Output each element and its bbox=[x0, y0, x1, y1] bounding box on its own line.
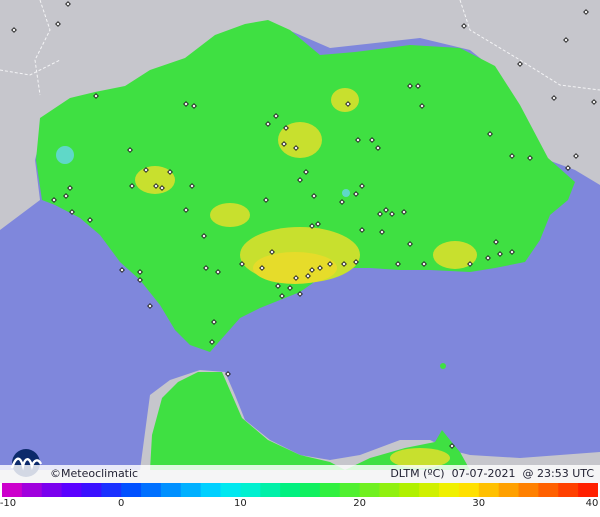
color-ramp bbox=[2, 483, 598, 497]
ramp-swatch bbox=[419, 483, 440, 497]
ramp-swatch bbox=[518, 483, 539, 497]
scale-tick-label: 30 bbox=[472, 498, 486, 509]
ramp-swatch bbox=[21, 483, 43, 497]
ramp-swatch bbox=[439, 483, 460, 497]
ramp-swatch bbox=[41, 483, 63, 497]
scale-tick-label: 20 bbox=[353, 498, 366, 509]
ramp-swatch bbox=[399, 483, 420, 497]
brand-name: Meteoclimatic bbox=[61, 467, 139, 480]
scale-tick-label: -10 bbox=[0, 498, 17, 509]
ramp-swatch bbox=[339, 483, 361, 497]
ramp-swatch bbox=[319, 483, 341, 497]
map-canvas bbox=[0, 0, 600, 517]
ramp-swatch bbox=[160, 483, 182, 497]
ramp-swatch bbox=[379, 483, 400, 497]
ramp-swatch bbox=[81, 483, 102, 497]
ramp-swatch bbox=[260, 483, 281, 497]
ramp-swatch bbox=[300, 483, 321, 497]
warm-zone-granada bbox=[210, 203, 250, 227]
scale-tick-label: 10 bbox=[234, 498, 247, 509]
ramp-swatch bbox=[498, 483, 520, 497]
ramp-swatch bbox=[180, 483, 202, 497]
info-bar: ©Meteoclimatic DLTM (ºC) 07-07-2021 @ 23… bbox=[0, 465, 600, 483]
ramp-swatch bbox=[538, 483, 559, 497]
layer-date: 07-07-2021 bbox=[451, 467, 516, 480]
scale-ticks: -10 0 10 20 30 40 bbox=[0, 498, 600, 516]
ramp-swatch bbox=[220, 483, 241, 497]
cold-spot-inland bbox=[342, 189, 350, 197]
ramp-swatch bbox=[458, 483, 480, 497]
ramp-swatch bbox=[558, 483, 579, 497]
ramp-swatch bbox=[280, 483, 301, 497]
layer-meta: DLTM (ºC) 07-07-2021 @ 23:53 UTC bbox=[390, 467, 594, 480]
alboran-island bbox=[440, 363, 446, 369]
ramp-swatch bbox=[2, 483, 23, 497]
scale-tick-label: 0 bbox=[118, 498, 125, 509]
layer-time: @ 23:53 UTC bbox=[522, 467, 595, 480]
color-scale: -10 0 10 20 30 40 bbox=[0, 483, 600, 517]
ramp-swatch bbox=[121, 483, 142, 497]
ramp-swatch bbox=[578, 483, 598, 497]
warm-zone-jaen bbox=[331, 88, 359, 112]
layer-variable: DLTM (ºC) bbox=[390, 467, 445, 480]
ramp-swatch bbox=[101, 483, 122, 497]
ramp-swatch bbox=[240, 483, 261, 497]
brand-label: ©Meteoclimatic bbox=[50, 467, 138, 480]
ramp-swatch bbox=[478, 483, 500, 497]
ramp-swatch bbox=[200, 483, 222, 497]
copyright-symbol: © bbox=[50, 467, 61, 480]
ramp-swatch bbox=[61, 483, 82, 497]
weather-map: ©Meteoclimatic DLTM (ºC) 07-07-2021 @ 23… bbox=[0, 0, 600, 517]
ramp-swatch bbox=[359, 483, 380, 497]
cold-spot-huelva bbox=[56, 146, 74, 164]
ramp-swatch bbox=[141, 483, 162, 497]
scale-tick-label: 40 bbox=[585, 498, 599, 509]
